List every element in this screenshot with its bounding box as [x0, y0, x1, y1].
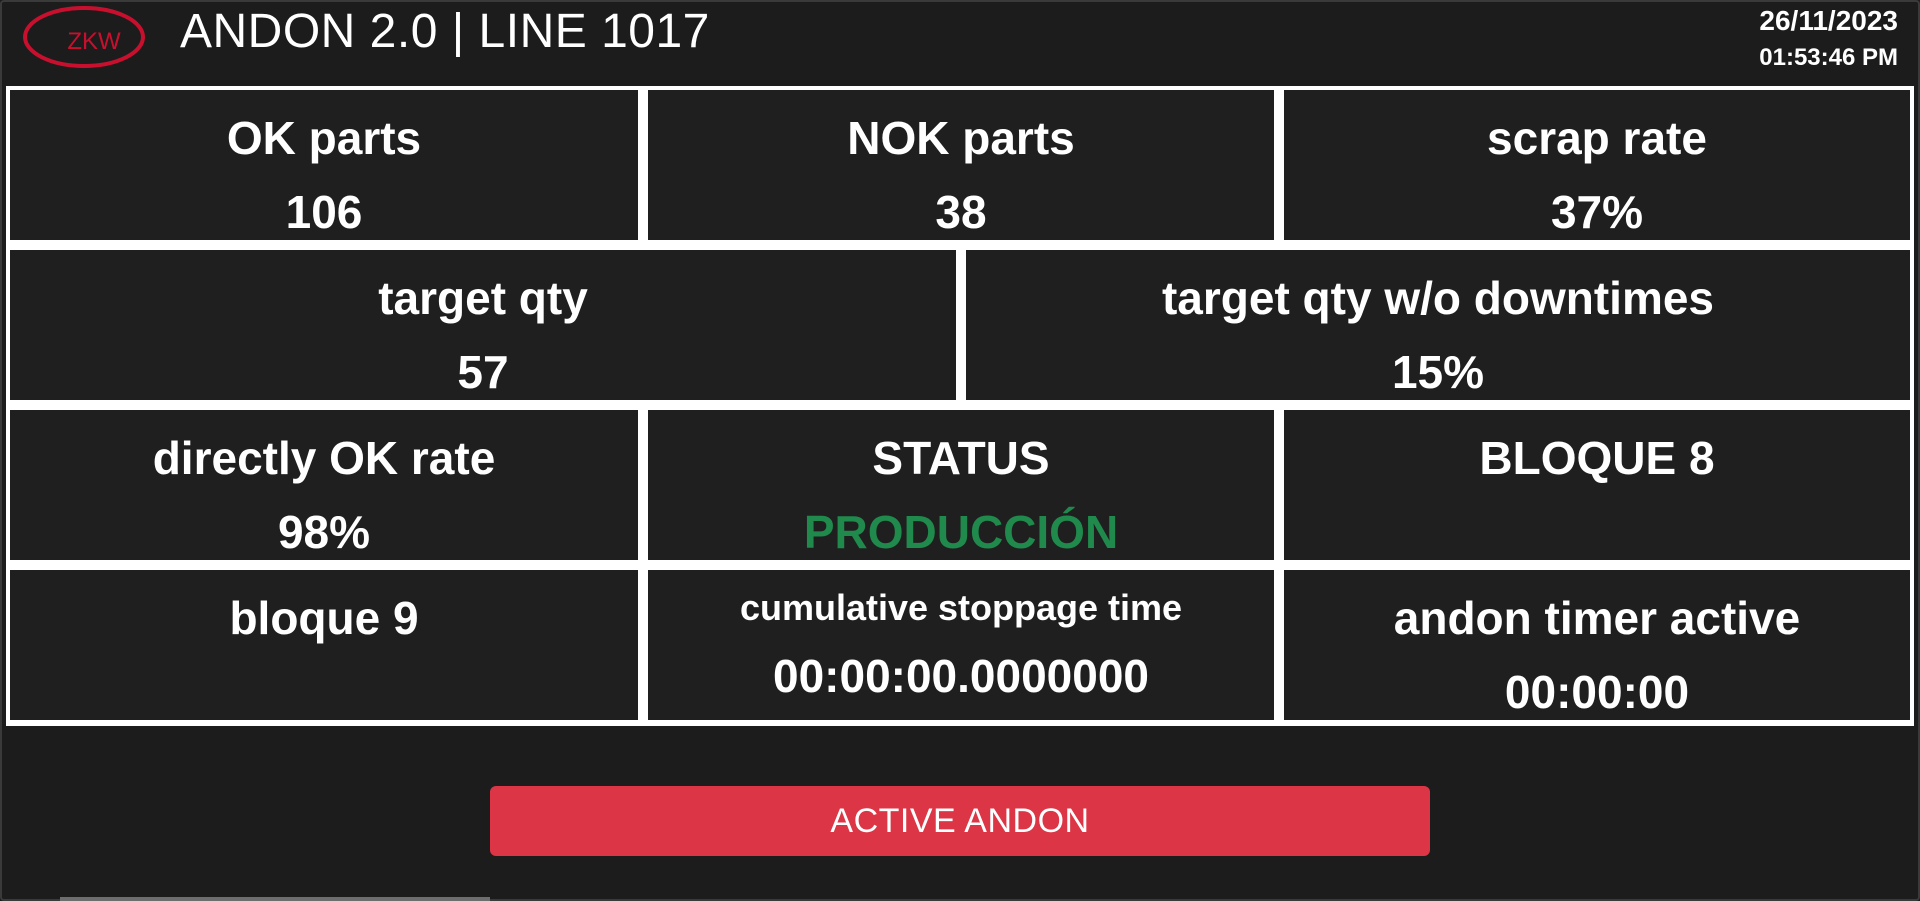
zkw-logo: ZKW	[23, 6, 145, 68]
stoppage-time-card: cumulative stoppage time 00:00:00.000000…	[648, 570, 1274, 720]
scrap-rate-card: scrap rate 37%	[1284, 90, 1910, 240]
status-value: PRODUCCIÓN	[803, 506, 1119, 558]
bloque-8-label: BLOQUE 8	[1479, 432, 1715, 484]
directly-ok-rate-card: directly OK rate 98%	[10, 410, 638, 560]
bottom-scroll-strip	[60, 897, 490, 901]
nok-parts-label: NOK parts	[847, 112, 1075, 164]
scrap-rate-label: scrap rate	[1487, 112, 1707, 164]
nok-parts-value: 38	[935, 186, 987, 238]
date-display: 26/11/2023	[1759, 5, 1898, 36]
target-qty-label: target qty	[378, 272, 588, 324]
status-card: STATUS PRODUCCIÓN	[648, 410, 1274, 560]
ok-parts-label: OK parts	[226, 112, 422, 164]
nok-parts-card: NOK parts 38	[648, 90, 1274, 240]
stoppage-time-value: 00:00:00.0000000	[773, 650, 1149, 702]
bloque-9-label: bloque 9	[229, 592, 419, 644]
target-qty-value: 57	[457, 346, 509, 398]
active-andon-button[interactable]: ACTIVE ANDON	[490, 786, 1430, 856]
andon-timer-label: andon timer active	[1393, 592, 1801, 644]
target-qty-wo-downtimes-value: 15%	[1391, 346, 1485, 398]
ok-parts-card: OK parts 106	[10, 90, 638, 240]
logo-text: ZKW	[67, 28, 121, 55]
status-label: STATUS	[872, 432, 1050, 484]
bloque-8-card: BLOQUE 8	[1284, 410, 1910, 560]
scrap-rate-value: 37%	[1550, 186, 1644, 238]
target-qty-wo-downtimes-card: target qty w/o downtimes 15%	[966, 250, 1910, 400]
time-display: 01:53:46 PM	[1759, 44, 1898, 71]
header: ZKW ANDON 2.0 | LINE 1017 26/11/2023 01:…	[0, 0, 1920, 86]
andon-timer-value: 00:00:00	[1504, 666, 1690, 718]
app-title: ANDON 2.0 | LINE 1017	[180, 5, 710, 58]
metrics-grid: OK parts 106 NOK parts 38 scrap rate 37%…	[6, 86, 1914, 726]
directly-ok-rate-label: directly OK rate	[152, 432, 496, 484]
ok-parts-value: 106	[285, 186, 363, 238]
stoppage-time-label: cumulative stoppage time	[739, 587, 1183, 628]
target-qty-card: target qty 57	[10, 250, 956, 400]
target-qty-wo-downtimes-label: target qty w/o downtimes	[1161, 272, 1715, 324]
datetime: 26/11/2023 01:53:46 PM	[1759, 4, 1898, 78]
bloque-9-card: bloque 9	[10, 570, 638, 720]
andon-timer-card: andon timer active 00:00:00	[1284, 570, 1910, 720]
directly-ok-rate-value: 98%	[277, 506, 371, 558]
